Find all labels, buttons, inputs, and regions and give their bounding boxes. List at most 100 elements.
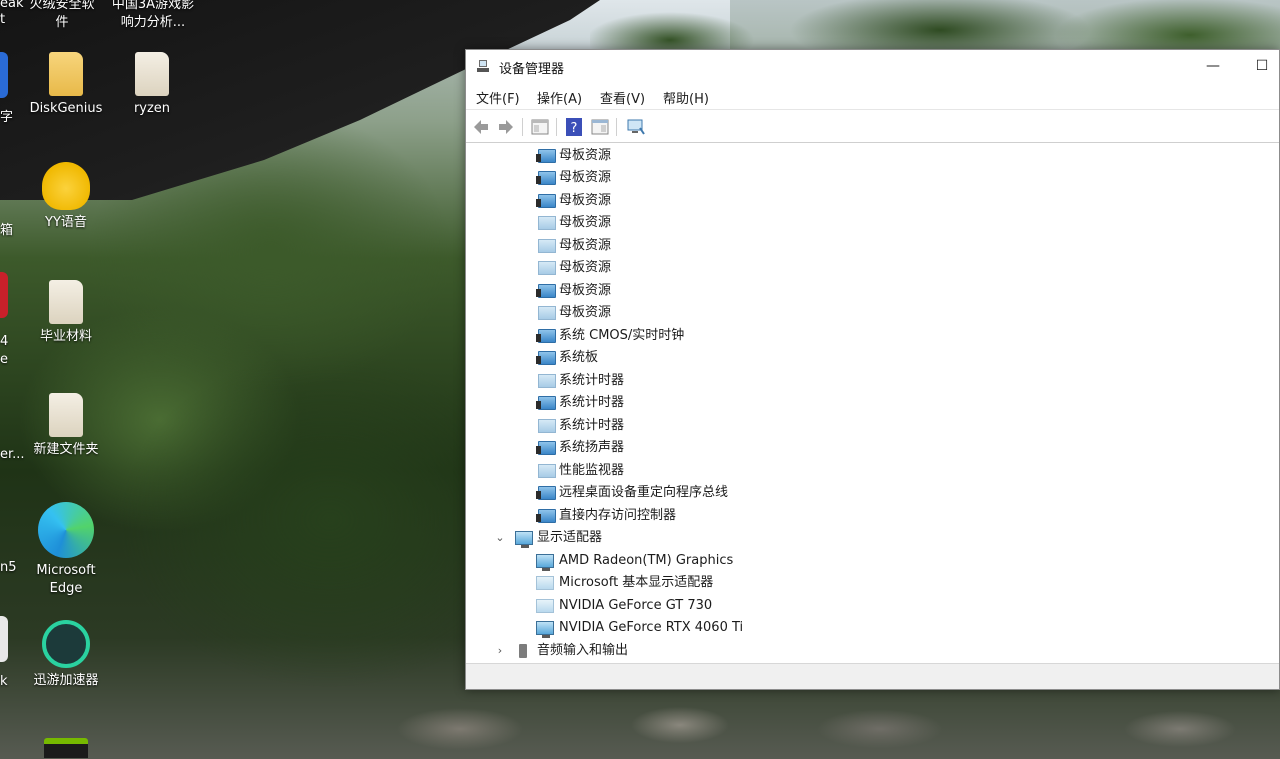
tree-item[interactable]: 性能监视器 bbox=[466, 460, 1279, 482]
desktop-icon-graduation[interactable]: 毕业材料 bbox=[28, 280, 104, 346]
desktop-icon-label: 毕业材料 bbox=[39, 329, 92, 344]
desktop-icon-label: 中国3A游戏影响力分析... bbox=[111, 0, 195, 30]
tree-item-label: 母板资源 bbox=[559, 170, 612, 185]
cut-label: 箱 bbox=[0, 223, 14, 238]
tree-item-label: NVIDIA GeForce RTX 4060 Ti bbox=[559, 620, 744, 635]
help-icon[interactable]: ? bbox=[564, 117, 584, 137]
menu-bar: 文件(F) 操作(A) 查看(V) 帮助(H) bbox=[466, 82, 1279, 109]
tree-item[interactable]: 母板资源 bbox=[466, 190, 1279, 212]
menu-file[interactable]: 文件(F) bbox=[476, 88, 520, 107]
forward-icon[interactable] bbox=[496, 117, 516, 137]
system-device-icon bbox=[536, 509, 556, 523]
toolbar: ? bbox=[466, 109, 1279, 143]
chevron-right-icon[interactable]: › bbox=[494, 640, 506, 662]
chevron-down-icon[interactable]: ⌄ bbox=[494, 527, 506, 549]
menu-help[interactable]: 帮助(H) bbox=[663, 88, 709, 107]
title-bar[interactable]: 设备管理器 — ☐ bbox=[466, 50, 1279, 82]
tree-item-label: NVIDIA GeForce GT 730 bbox=[559, 598, 713, 613]
tree-item[interactable]: 母板资源 bbox=[466, 280, 1279, 302]
system-device-icon bbox=[536, 171, 556, 185]
tree-item-label: 系统板 bbox=[559, 350, 599, 365]
desktop-icon-label: 新建文件夹 bbox=[33, 442, 99, 457]
cut-icon-1[interactable] bbox=[0, 52, 8, 98]
xunyou-icon bbox=[42, 620, 90, 668]
toolbar-separator bbox=[556, 118, 557, 136]
desktop-icon-diskgenius[interactable]: DiskGenius bbox=[28, 52, 104, 118]
desktop-icon-xunyou[interactable]: 迅游加速器 bbox=[28, 620, 104, 690]
cut-label: k bbox=[0, 674, 8, 689]
tree-item[interactable]: 母板资源 bbox=[466, 235, 1279, 257]
device-manager-icon bbox=[477, 60, 489, 72]
tree-item[interactable]: 母板资源 bbox=[466, 302, 1279, 324]
tree-item-label: 系统 CMOS/实时时钟 bbox=[559, 328, 685, 343]
console-icon[interactable] bbox=[590, 117, 610, 137]
desktop-icon-yy[interactable]: YY语音 bbox=[28, 162, 104, 232]
tree-item-label: 母板资源 bbox=[559, 305, 612, 320]
tree-category-label: 显示适配器 bbox=[537, 530, 603, 545]
tree-item[interactable]: NVIDIA GeForce GT 730 bbox=[466, 595, 1279, 617]
system-device-icon bbox=[536, 486, 556, 500]
tree-item-label: 母板资源 bbox=[559, 238, 612, 253]
tree-item[interactable]: 远程桌面设备重定向程序总线 bbox=[466, 482, 1279, 504]
tree-item-label: 母板资源 bbox=[559, 148, 612, 163]
menu-action[interactable]: 操作(A) bbox=[537, 88, 582, 107]
folder-icon bbox=[49, 393, 83, 437]
tree-category-display-adapters[interactable]: ⌄ 显示适配器 bbox=[466, 527, 1279, 549]
system-device-light-icon bbox=[538, 419, 556, 433]
cut-label: n5 bbox=[0, 560, 17, 575]
tree-item[interactable]: 母板资源 bbox=[466, 167, 1279, 189]
device-tree: 母板资源 母板资源 母板资源 母板资源 母板资源 母板资源 母板资源 母板资源 bbox=[466, 145, 1279, 664]
maximize-button[interactable]: ☐ bbox=[1239, 50, 1280, 82]
edge-icon bbox=[38, 502, 94, 558]
tree-item[interactable]: AMD Radeon(TM) Graphics bbox=[466, 550, 1279, 572]
tree-item[interactable]: Microsoft 基本显示适配器 bbox=[466, 572, 1279, 594]
wallpaper-trees bbox=[590, 0, 1280, 50]
tree-item[interactable]: 母板资源 bbox=[466, 212, 1279, 234]
tree-item[interactable]: 母板资源 bbox=[466, 145, 1279, 167]
tree-item[interactable]: 系统板 bbox=[466, 347, 1279, 369]
window-title: 设备管理器 bbox=[499, 62, 565, 77]
desktop-icon-report[interactable]: 中国3A游戏影响力分析... bbox=[108, 0, 198, 32]
tree-item[interactable]: 系统计时器 bbox=[466, 392, 1279, 414]
system-device-icon bbox=[536, 284, 556, 298]
tree-item-label: Microsoft 基本显示适配器 bbox=[559, 575, 714, 590]
system-device-icon bbox=[536, 194, 556, 208]
back-icon[interactable] bbox=[471, 117, 491, 137]
display-adapter-icon bbox=[536, 554, 554, 571]
system-device-light-icon bbox=[538, 464, 556, 478]
menu-view[interactable]: 查看(V) bbox=[600, 88, 645, 107]
desktop-icon-nvidia[interactable] bbox=[42, 738, 90, 759]
desktop-icon-huorong[interactable]: 火绒安全软件 bbox=[24, 0, 100, 32]
toolbar-separator bbox=[616, 118, 617, 136]
tree-item[interactable]: 母板资源 bbox=[466, 257, 1279, 279]
cut-label: er... bbox=[0, 447, 25, 462]
system-device-light-icon bbox=[538, 306, 556, 320]
tree-category-audio[interactable]: › 音频输入和输出 bbox=[466, 640, 1279, 662]
tree-item-label: 母板资源 bbox=[559, 283, 612, 298]
cut-icon-2[interactable] bbox=[0, 272, 8, 318]
desktop-icon-edge[interactable]: Microsoft Edge bbox=[28, 502, 104, 598]
tree-item-label: 远程桌面设备重定向程序总线 bbox=[559, 485, 729, 500]
cut-label: 4 bbox=[0, 334, 9, 349]
scan-icon[interactable] bbox=[626, 117, 646, 137]
desktop-icon-label: DiskGenius bbox=[29, 101, 103, 116]
properties-icon[interactable] bbox=[530, 117, 550, 137]
tree-item[interactable]: 系统计时器 bbox=[466, 415, 1279, 437]
tree-item[interactable]: 系统计时器 bbox=[466, 370, 1279, 392]
wallpaper-rocks bbox=[0, 689, 1280, 759]
tree-item-label: 系统计时器 bbox=[559, 418, 625, 433]
tree-item[interactable]: 直接内存访问控制器 bbox=[466, 505, 1279, 527]
tree-item[interactable]: 系统 CMOS/实时时钟 bbox=[466, 325, 1279, 347]
tree-item[interactable]: NVIDIA GeForce RTX 4060 Ti bbox=[466, 617, 1279, 639]
speaker-icon bbox=[519, 644, 527, 658]
minimize-button[interactable]: — bbox=[1190, 50, 1236, 82]
desktop-icon-label: YY语音 bbox=[45, 215, 87, 230]
device-manager-window: 设备管理器 — ☐ 文件(F) 操作(A) 查看(V) 帮助(H) ? 母板资源… bbox=[465, 49, 1280, 690]
tree-item-label: 母板资源 bbox=[559, 260, 612, 275]
desktop-icon-ryzen[interactable]: ryzen bbox=[114, 52, 190, 118]
cut-icon-3[interactable] bbox=[0, 616, 8, 662]
tree-item[interactable]: 系统扬声器 bbox=[466, 437, 1279, 459]
system-device-light-icon bbox=[538, 374, 556, 388]
desktop-icon-new-folder[interactable]: 新建文件夹 bbox=[28, 393, 104, 459]
status-bar bbox=[466, 663, 1279, 689]
